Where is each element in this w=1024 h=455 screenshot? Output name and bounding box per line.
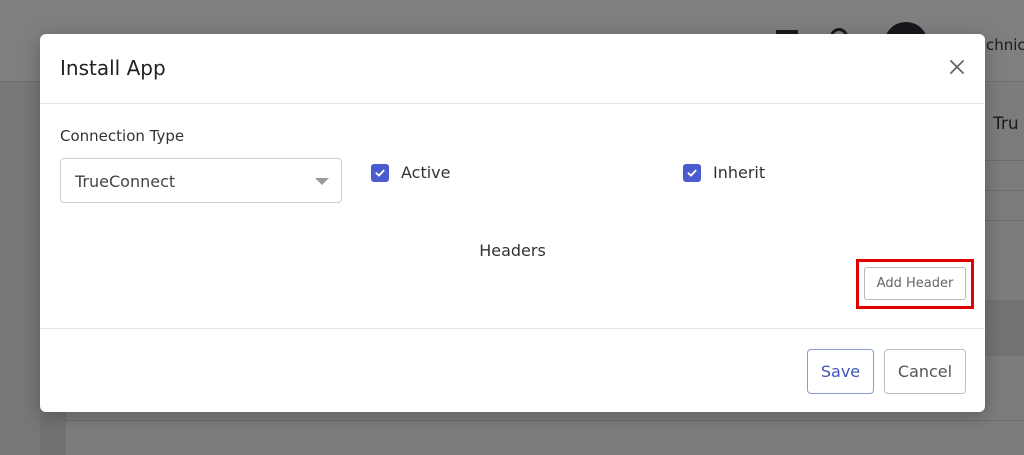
checkmark-icon [683, 163, 701, 182]
modal-body: Connection Type TrueConnect Active Inher… [40, 104, 985, 328]
connection-type-select[interactable]: TrueConnect [60, 158, 342, 203]
install-app-modal: Install App Connection Type TrueConnect … [40, 34, 985, 412]
caret-down-icon [315, 178, 329, 185]
modal-header: Install App [40, 34, 985, 104]
inherit-checkbox[interactable]: Inherit [683, 163, 765, 182]
active-label: Active [401, 163, 451, 182]
connection-type-value: TrueConnect [75, 172, 176, 191]
headers-heading: Headers [479, 241, 546, 260]
inherit-label: Inherit [713, 163, 766, 182]
add-header-button[interactable]: Add Header [864, 267, 966, 300]
modal-title: Install App [60, 56, 166, 80]
connection-type-label: Connection Type [60, 127, 185, 145]
active-checkbox[interactable]: Active [371, 163, 451, 182]
save-button[interactable]: Save [807, 349, 874, 394]
close-icon [950, 60, 964, 74]
modal-footer: Save Cancel [40, 328, 985, 412]
cancel-button[interactable]: Cancel [884, 349, 966, 394]
checkmark-icon [371, 163, 389, 182]
close-button[interactable] [946, 56, 968, 78]
